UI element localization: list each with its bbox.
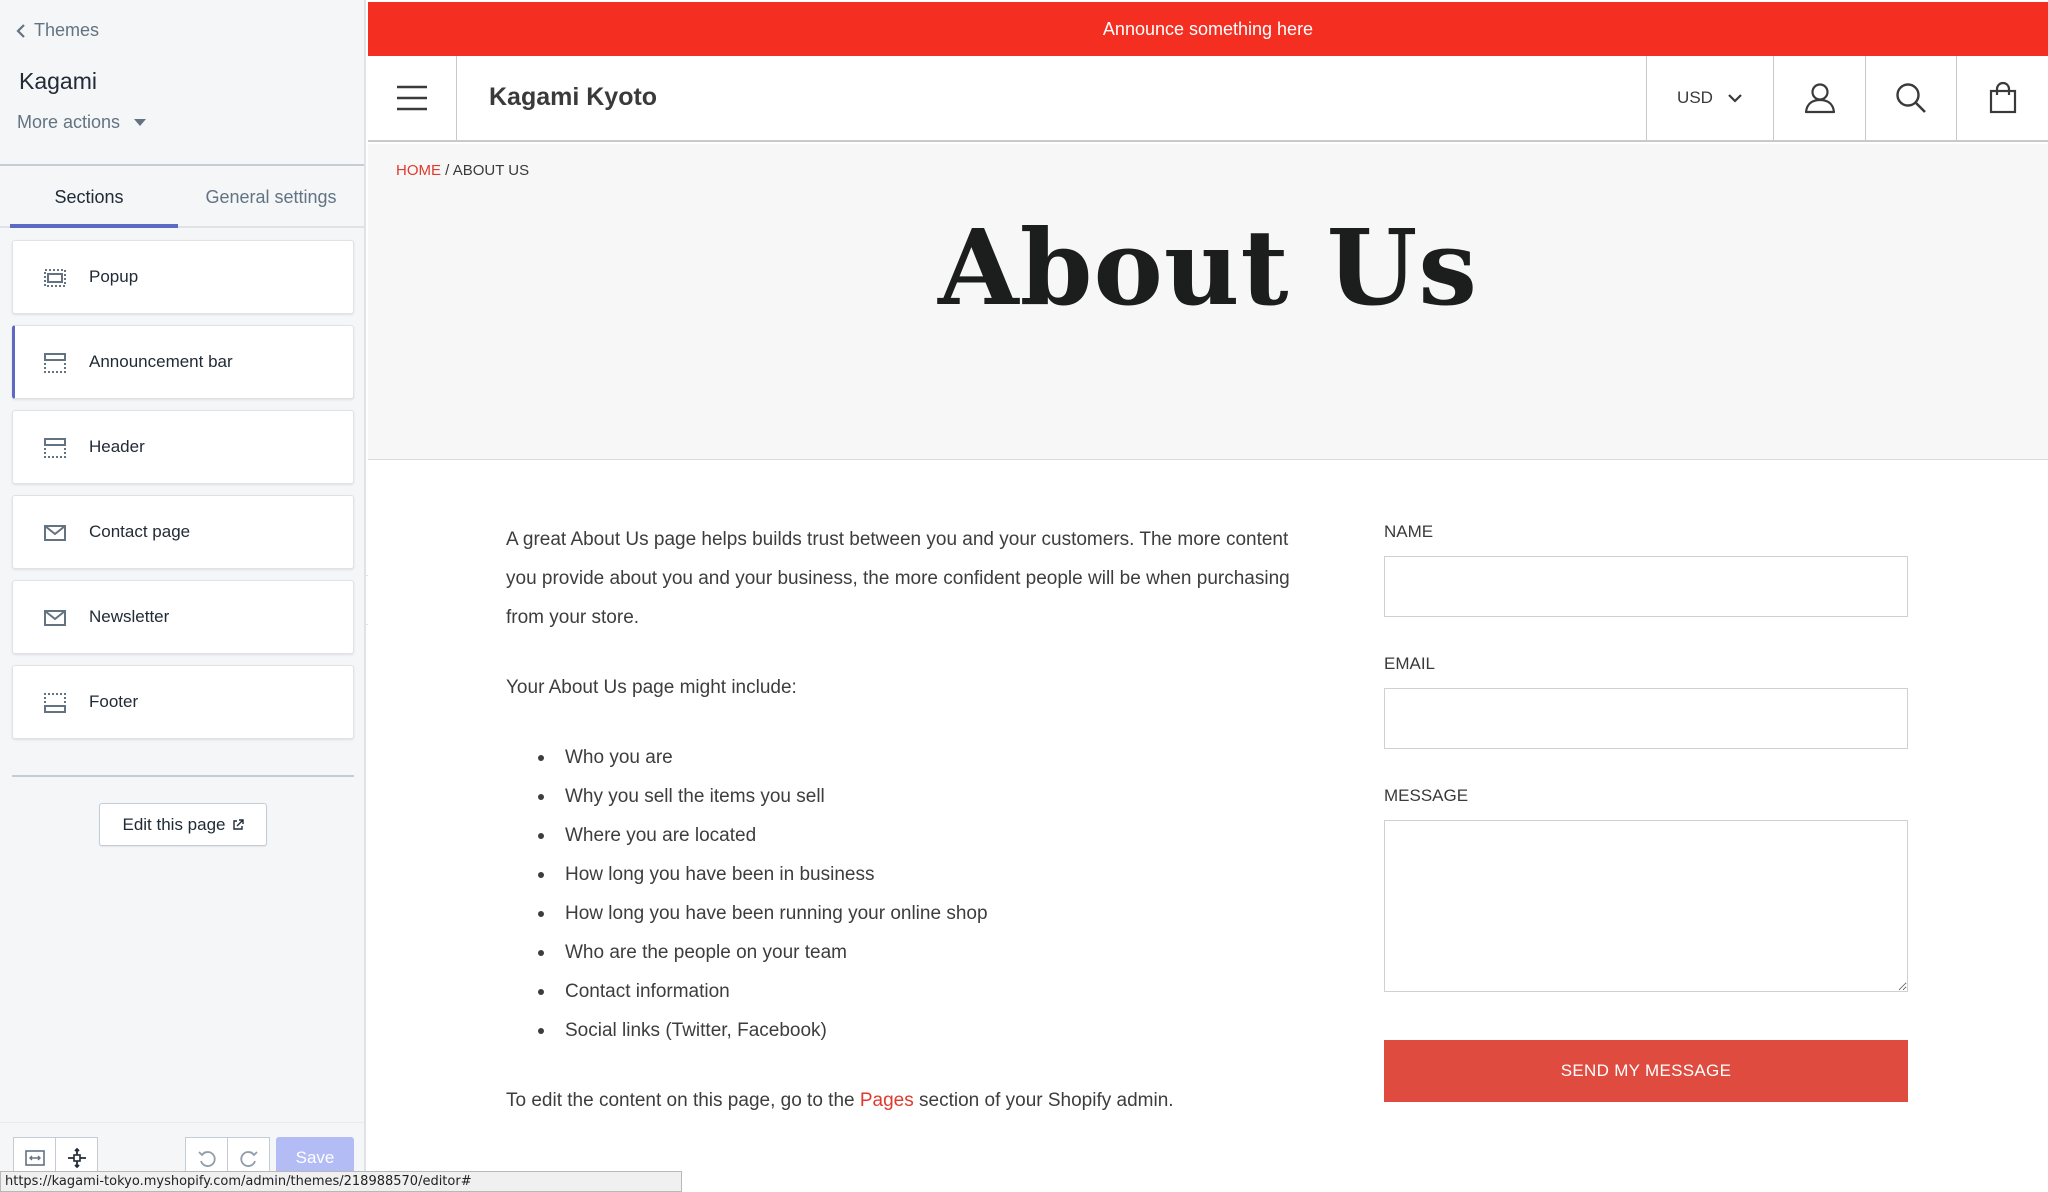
search-icon bbox=[1896, 83, 1926, 113]
envelope-icon bbox=[44, 610, 66, 626]
section-item-popup[interactable]: Popup bbox=[12, 240, 354, 314]
site-logo-text[interactable]: Kagami Kyoto bbox=[489, 83, 657, 112]
tab-general-settings[interactable]: General settings bbox=[178, 168, 364, 226]
contact-form: NAME EMAIL MESSAGE SEND MY MESSAGE bbox=[1384, 522, 1908, 1102]
section-item-label: Header bbox=[89, 437, 145, 456]
list-item: Contact information bbox=[506, 972, 1296, 1011]
section-list: Popup Announcement bar Header Contact pa… bbox=[12, 240, 354, 750]
page-header: HOME / ABOUT US About Us bbox=[368, 144, 2048, 460]
announcement-bar[interactable]: Announce something here bbox=[368, 2, 2048, 56]
edit-page-label: Edit this page bbox=[122, 814, 226, 834]
list-item: Who you are bbox=[506, 738, 1296, 777]
section-item-label: Newsletter bbox=[89, 607, 170, 626]
name-label: NAME bbox=[1384, 522, 1434, 541]
move-icon bbox=[67, 1147, 86, 1169]
section-item-header[interactable]: Header bbox=[12, 410, 354, 484]
breadcrumb-separator: / bbox=[445, 162, 450, 179]
breadcrumb-home-link[interactable]: HOME bbox=[396, 162, 441, 179]
redo-icon bbox=[239, 1151, 258, 1167]
theme-editor: Themes Kagami More actions Sections Gene… bbox=[0, 0, 2048, 1192]
chevron-left-icon bbox=[16, 23, 25, 38]
currency-label: USD bbox=[1677, 88, 1713, 107]
section-item-announcement-bar[interactable]: Announcement bar bbox=[12, 325, 354, 399]
page-title: About Us bbox=[938, 206, 1478, 329]
envelope-icon bbox=[44, 525, 66, 541]
list-item: Social links (Twitter, Facebook) bbox=[506, 1011, 1296, 1050]
site-header: Kagami Kyoto USD bbox=[368, 56, 2048, 142]
footer-section-icon bbox=[44, 693, 66, 713]
user-icon bbox=[1804, 83, 1835, 114]
section-item-label: Contact page bbox=[89, 522, 191, 541]
intro-paragraph: A great About Us page helps builds trust… bbox=[506, 529, 1290, 628]
breadcrumb-current: ABOUT US bbox=[452, 162, 530, 179]
outro-text-after: section of your Shopify admin. bbox=[919, 1090, 1174, 1111]
email-field[interactable] bbox=[1384, 688, 1908, 749]
status-bar-url: https://kagami-tokyo.myshopify.com/admin… bbox=[0, 1171, 682, 1192]
currency-selector[interactable]: USD bbox=[1646, 56, 1773, 140]
section-item-contact-page[interactable]: Contact page bbox=[12, 495, 354, 569]
back-link-label: Themes bbox=[34, 20, 100, 40]
page-content: A great About Us page helps builds trust… bbox=[506, 520, 1296, 1151]
outro-text-before: To edit the content on this page, go to … bbox=[506, 1090, 855, 1111]
expand-width-icon bbox=[24, 1150, 45, 1166]
shopping-bag-icon bbox=[1989, 81, 2016, 114]
theme-name: Kagami bbox=[19, 68, 97, 94]
more-actions-dropdown[interactable]: More actions bbox=[17, 112, 147, 133]
cart-button[interactable] bbox=[1956, 56, 2048, 140]
pages-link[interactable]: Pages bbox=[860, 1090, 914, 1111]
edit-this-page-button[interactable]: Edit this page bbox=[99, 803, 267, 846]
sidebar-tabs: Sections General settings bbox=[0, 168, 364, 228]
caret-down-icon bbox=[134, 119, 147, 126]
search-button[interactable] bbox=[1865, 56, 1956, 140]
list-item: How long you have been running your onli… bbox=[506, 894, 1296, 933]
list-intro: Your About Us page might include: bbox=[506, 677, 797, 698]
name-field[interactable] bbox=[1384, 556, 1908, 617]
section-item-newsletter[interactable]: Newsletter bbox=[12, 580, 354, 654]
popup-section-icon bbox=[44, 269, 66, 287]
store-preview: Announce something here Kagami Kyoto USD bbox=[368, 0, 2048, 1192]
about-list: Who you are Why you sell the items you s… bbox=[506, 738, 1296, 1050]
header-section-icon bbox=[44, 438, 66, 458]
list-item: Who are the people on your team bbox=[506, 933, 1296, 972]
announcement-section-icon bbox=[44, 353, 66, 373]
back-to-themes-link[interactable]: Themes bbox=[16, 20, 99, 41]
menu-button[interactable] bbox=[368, 56, 457, 140]
sidebar-header: Themes Kagami More actions bbox=[0, 0, 364, 166]
send-message-button[interactable]: SEND MY MESSAGE bbox=[1384, 1040, 1908, 1102]
undo-icon bbox=[197, 1151, 216, 1167]
message-label: MESSAGE bbox=[1384, 786, 1469, 805]
sidebar-divider bbox=[12, 775, 354, 777]
section-item-label: Popup bbox=[89, 267, 139, 286]
list-item: Why you sell the items you sell bbox=[506, 777, 1296, 816]
email-label: EMAIL bbox=[1384, 654, 1436, 673]
outro-paragraph: To edit the content on this page, go to … bbox=[506, 1081, 1296, 1120]
breadcrumb: HOME / ABOUT US bbox=[396, 162, 529, 179]
editor-sidebar: Themes Kagami More actions Sections Gene… bbox=[0, 0, 366, 1192]
list-item: How long you have been in business bbox=[506, 855, 1296, 894]
section-item-footer[interactable]: Footer bbox=[12, 665, 354, 739]
section-item-label: Footer bbox=[89, 692, 139, 711]
account-button[interactable] bbox=[1773, 56, 1865, 140]
chevron-down-icon bbox=[1728, 94, 1742, 103]
external-link-icon bbox=[232, 818, 244, 830]
section-item-label: Announcement bar bbox=[89, 352, 233, 371]
message-field[interactable] bbox=[1384, 820, 1908, 992]
more-actions-label: More actions bbox=[17, 112, 121, 132]
hamburger-icon bbox=[397, 85, 427, 111]
tab-sections[interactable]: Sections bbox=[0, 168, 178, 228]
list-item: Where you are located bbox=[506, 816, 1296, 855]
